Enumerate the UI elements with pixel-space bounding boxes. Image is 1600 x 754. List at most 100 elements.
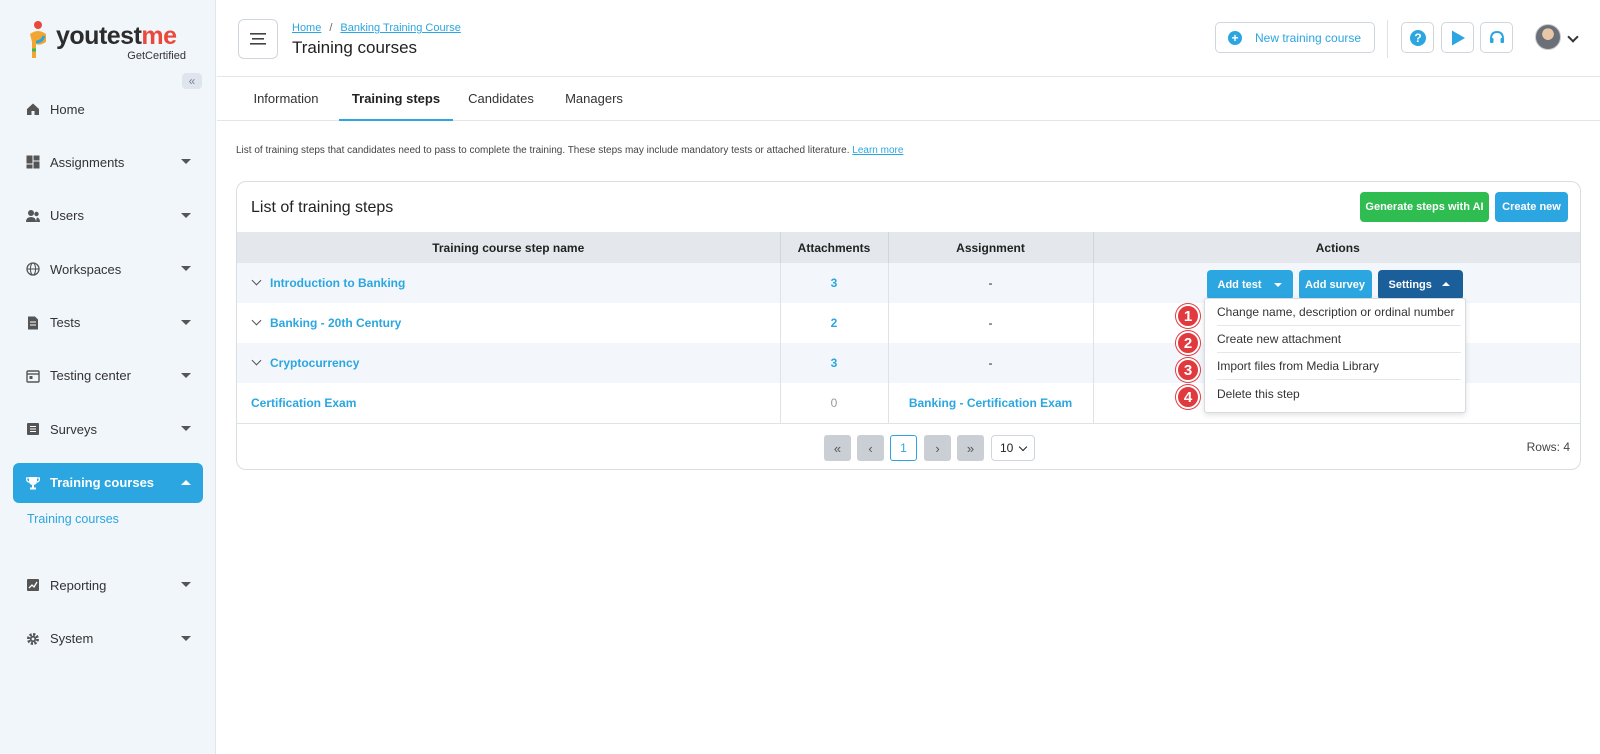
page-size-select[interactable]: 10 bbox=[991, 435, 1035, 461]
tab-managers[interactable]: Managers bbox=[549, 77, 639, 121]
header-divider bbox=[1387, 20, 1388, 58]
step-name-link[interactable]: Certification Exam bbox=[237, 383, 781, 424]
trophy-icon bbox=[26, 476, 40, 490]
attachments-count[interactable]: 2 bbox=[780, 303, 889, 343]
sidebar-item-system[interactable]: System bbox=[13, 619, 203, 659]
support-button[interactable] bbox=[1480, 22, 1513, 53]
chevron-down-icon[interactable] bbox=[251, 355, 262, 366]
chevron-down-icon bbox=[181, 582, 191, 588]
column-header-assignment[interactable]: Assignment bbox=[888, 232, 1094, 263]
menu-item-delete-step[interactable]: Delete this step bbox=[1217, 380, 1461, 407]
home-icon bbox=[26, 102, 40, 116]
sidebar-item-label: Home bbox=[50, 101, 85, 117]
play-icon bbox=[1451, 30, 1465, 45]
add-survey-button[interactable]: Add survey bbox=[1298, 270, 1372, 300]
assignment-link[interactable]: Banking - Certification Exam bbox=[888, 383, 1094, 424]
sidebar-nav: Home Assignments Users Workspaces Tests … bbox=[13, 89, 203, 672]
column-header-step-name[interactable]: Training course step name bbox=[237, 232, 781, 263]
first-page-button[interactable]: « bbox=[824, 435, 851, 461]
tab-candidates[interactable]: Candidates bbox=[456, 77, 546, 121]
step-number-badge: 1 bbox=[1176, 304, 1200, 328]
chevron-down-icon[interactable] bbox=[251, 275, 262, 286]
menu-item-create-attachment[interactable]: Create new attachment bbox=[1217, 326, 1461, 353]
breadcrumb-home-link[interactable]: Home bbox=[292, 22, 321, 34]
chevron-down-icon bbox=[1273, 283, 1282, 287]
rows-count: Rows: 4 bbox=[1526, 440, 1570, 454]
logo[interactable]: youtestme GetCertified bbox=[26, 18, 196, 64]
chevron-up-icon bbox=[181, 479, 191, 485]
svg-text:?: ? bbox=[1414, 31, 1421, 45]
menu-toggle-button[interactable] bbox=[238, 19, 278, 59]
video-tutorial-button[interactable] bbox=[1441, 22, 1474, 53]
sidebar-item-home[interactable]: Home bbox=[13, 89, 203, 129]
headset-icon bbox=[1489, 30, 1504, 43]
settings-button[interactable]: Settings bbox=[1377, 270, 1463, 300]
sidebar-item-label: Users bbox=[50, 208, 84, 224]
sidebar-item-label: Reporting bbox=[50, 577, 107, 593]
new-training-course-button[interactable]: + New training course bbox=[1215, 22, 1375, 53]
sidebar-item-label: Assignments bbox=[50, 154, 125, 170]
sidebar-item-testing-center[interactable]: Testing center bbox=[13, 356, 203, 396]
help-button[interactable]: ? bbox=[1401, 22, 1434, 53]
chevron-down-icon[interactable] bbox=[251, 315, 262, 326]
chevron-up-icon bbox=[1441, 282, 1450, 286]
sidebar: youtestme GetCertified « Home Assignment… bbox=[0, 0, 216, 754]
next-page-button[interactable]: › bbox=[924, 435, 951, 461]
last-page-button[interactable]: » bbox=[957, 435, 984, 461]
generate-steps-ai-button[interactable]: Generate steps with AI bbox=[1360, 192, 1489, 222]
sidebar-item-surveys[interactable]: Surveys bbox=[13, 409, 203, 449]
page-number-button[interactable]: 1 bbox=[890, 435, 917, 461]
sidebar-item-tests[interactable]: Tests bbox=[13, 303, 203, 343]
tab-information[interactable]: Information bbox=[236, 77, 336, 121]
sidebar-item-users[interactable]: Users bbox=[13, 196, 203, 236]
globe-icon bbox=[26, 262, 40, 276]
breadcrumb-course-link[interactable]: Banking Training Course bbox=[340, 22, 460, 34]
attachments-count: 0 bbox=[780, 383, 889, 424]
column-header-attachments[interactable]: Attachments bbox=[780, 232, 889, 263]
step-name-link[interactable]: Banking - 20th Century bbox=[270, 316, 401, 330]
avatar[interactable] bbox=[1535, 24, 1561, 50]
chevron-down-icon bbox=[181, 159, 191, 165]
table-header-row: Training course step name Attachments As… bbox=[237, 232, 1580, 263]
sidebar-item-label: Tests bbox=[50, 315, 81, 331]
file-icon bbox=[26, 316, 40, 330]
menu-item-import-media[interactable]: Import files from Media Library bbox=[1217, 353, 1461, 380]
chevron-down-icon bbox=[181, 319, 191, 325]
chevron-down-icon bbox=[1018, 442, 1028, 452]
menu-item-change-name[interactable]: Change name, description or ordinal numb… bbox=[1217, 299, 1461, 326]
sidebar-item-workspaces[interactable]: Workspaces bbox=[13, 249, 203, 289]
learn-more-link[interactable]: Learn more bbox=[852, 145, 903, 156]
collapse-sidebar-button[interactable]: « bbox=[182, 73, 202, 89]
chevron-down-icon bbox=[181, 635, 191, 641]
create-new-button[interactable]: Create new bbox=[1495, 192, 1568, 222]
users-icon bbox=[26, 209, 40, 223]
logo-text: youtestme bbox=[56, 22, 177, 50]
calendar-icon bbox=[26, 369, 40, 383]
chevron-down-icon[interactable] bbox=[1567, 31, 1579, 43]
chevron-down-icon bbox=[181, 266, 191, 272]
step-name-cell[interactable]: Banking - 20th Century bbox=[237, 303, 781, 343]
step-name-link[interactable]: Cryptocurrency bbox=[270, 356, 359, 370]
add-test-button[interactable]: Add test bbox=[1206, 270, 1293, 300]
tab-training-steps[interactable]: Training steps bbox=[339, 77, 453, 121]
sidebar-item-assignments[interactable]: Assignments bbox=[13, 142, 203, 182]
attachments-count[interactable]: 3 bbox=[780, 343, 889, 383]
sidebar-item-reporting[interactable]: Reporting bbox=[13, 565, 203, 605]
prev-page-button[interactable]: ‹ bbox=[857, 435, 884, 461]
plus-icon: + bbox=[1228, 30, 1242, 45]
step-name-link[interactable]: Introduction to Banking bbox=[270, 276, 405, 290]
step-name-cell[interactable]: Cryptocurrency bbox=[237, 343, 781, 383]
sidebar-subitem-training-courses[interactable]: Training courses bbox=[13, 512, 203, 552]
column-header-actions: Actions bbox=[1093, 232, 1580, 263]
hamburger-icon bbox=[250, 33, 266, 45]
sidebar-item-training-courses[interactable]: Training courses bbox=[13, 462, 203, 503]
sidebar-item-label: Training courses bbox=[50, 475, 155, 491]
attachments-count[interactable]: 3 bbox=[780, 263, 889, 303]
table-row: Introduction to Banking 3 - Add test Add… bbox=[237, 263, 1580, 303]
step-name-cell[interactable]: Introduction to Banking bbox=[237, 263, 781, 303]
step-number-badge: 4 bbox=[1176, 385, 1200, 409]
chevron-down-icon bbox=[181, 426, 191, 432]
dashboard-icon bbox=[26, 155, 40, 169]
list-icon bbox=[26, 422, 40, 436]
top-header: Home / Banking Training Course Training co… bbox=[217, 0, 1600, 77]
